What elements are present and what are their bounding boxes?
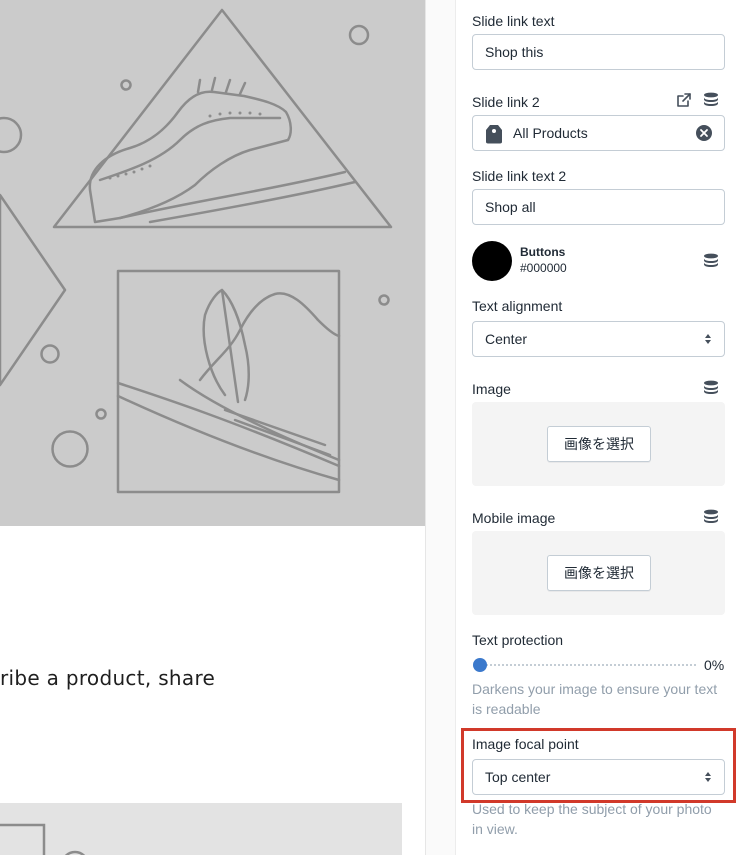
select-arrows-icon [705,334,711,344]
text-protection-slider-track[interactable] [474,664,696,666]
image-focal-point-help: Used to keep the subject of your photo i… [472,801,712,837]
buttons-color-swatch[interactable] [472,241,512,281]
illustration [0,8,393,494]
clear-icon[interactable] [696,125,712,141]
next-section-illustration [0,823,86,855]
mobile-image-picker-area: 画像を選択 [472,531,725,615]
text-protection-value: 0% [704,657,725,673]
hero-slide-image [0,0,425,526]
text-protection-label: Text protection [472,632,564,648]
slide-link-2-label: Slide link 2 [472,94,540,110]
panel-gutter [426,0,456,855]
select-image-button[interactable]: 画像を選択 [547,426,651,462]
slide-link-text-2-input[interactable]: Shop all [472,189,725,225]
text-protection-help: Darkens your image to ensure your text i… [472,681,718,717]
preview-body-text: ribe a product, share [0,666,216,690]
database-icon[interactable] [703,253,719,269]
image-label: Image [472,381,511,397]
slide-link-2-value: All Products [513,125,588,141]
slide-link-text-label: Slide link text [472,13,555,29]
store-preview: ribe a product, share [0,0,425,855]
buttons-color-label: Buttons [520,245,566,259]
image-picker-area: 画像を選択 [472,402,725,486]
buttons-color-value: #000000 [520,261,567,275]
database-icon[interactable] [703,380,719,396]
select-mobile-image-button[interactable]: 画像を選択 [547,555,651,591]
mobile-image-label: Mobile image [472,510,556,526]
database-icon[interactable] [703,509,719,525]
preview-next-section [0,803,402,855]
text-protection-slider-thumb[interactable] [473,658,487,672]
slide-link-text-2-value: Shop all [485,199,536,215]
slide-link-text-value: Shop this [485,44,544,60]
slide-link-text-input[interactable]: Shop this [472,34,725,70]
external-link-icon[interactable] [676,92,692,108]
text-alignment-select[interactable]: Center [472,321,725,357]
text-alignment-value: Center [485,331,528,347]
tag-icon [486,125,502,144]
database-icon[interactable] [703,92,719,108]
highlight-box [461,728,736,803]
slide-link-text-2-label: Slide link text 2 [472,168,567,184]
text-alignment-label: Text alignment [472,298,563,314]
slide-link-2-picker[interactable]: All Products [472,115,725,151]
